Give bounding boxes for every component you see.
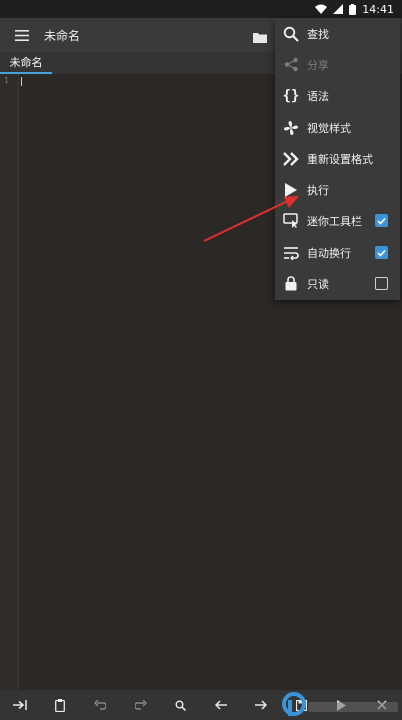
braces-icon: {} <box>282 87 300 104</box>
menu-item-execute[interactable]: 执行 <box>275 174 400 205</box>
arrow-right-icon <box>255 700 268 710</box>
menu-item-label: 查找 <box>307 27 329 41</box>
menu-item-syntax[interactable]: {} 语法 <box>275 80 400 111</box>
wifi-icon <box>315 4 328 14</box>
undo-icon <box>94 700 107 710</box>
watermark-logo <box>282 692 398 716</box>
checkmark-icon <box>377 249 386 257</box>
line-gutter: 1 <box>0 74 19 690</box>
search-icon <box>175 700 187 711</box>
double-chevron-icon <box>283 151 299 166</box>
undo-button[interactable] <box>88 693 112 717</box>
text-cursor <box>21 77 22 86</box>
overflow-menu: 查找 分享 {} 语法 视觉样式 重新设置格式 执行 迷你工具栏 自动换行 只读 <box>275 18 400 300</box>
search-icon <box>283 26 299 42</box>
status-bar: 14:41 <box>0 0 402 18</box>
play-icon <box>285 182 297 197</box>
menu-item-label: 执行 <box>307 183 329 197</box>
menu-item-label: 重新设置格式 <box>307 152 373 166</box>
menu-item-reformat[interactable]: 重新设置格式 <box>275 143 400 174</box>
fan-icon <box>284 120 298 135</box>
cursor-right-button[interactable] <box>249 693 273 717</box>
redo-button[interactable] <box>129 693 153 717</box>
menu-item-label: 只读 <box>307 277 329 291</box>
checkmark-icon <box>377 217 386 225</box>
hamburger-icon <box>15 29 29 41</box>
share-icon <box>284 57 298 72</box>
toolbar-icon <box>283 213 298 228</box>
menu-item-label: 分享 <box>307 58 329 72</box>
menu-item-label: 迷你工具栏 <box>307 214 362 228</box>
lock-icon <box>285 276 297 291</box>
word-wrap-checkbox[interactable] <box>375 246 388 259</box>
clipboard-icon <box>55 698 66 712</box>
menu-item-mini-toolbar[interactable]: 迷你工具栏 <box>275 205 400 236</box>
document-title: 未命名 <box>44 28 81 43</box>
tab-indent-icon <box>13 700 27 710</box>
read-only-checkbox[interactable] <box>375 277 388 290</box>
folder-icon <box>253 33 267 43</box>
mini-toolbar-checkbox[interactable] <box>375 214 388 227</box>
cursor-left-button[interactable] <box>209 693 233 717</box>
arrow-left-icon <box>215 700 228 710</box>
menu-item-find[interactable]: 查找 <box>275 18 400 49</box>
menu-item-visual-style[interactable]: 视觉样式 <box>275 112 400 143</box>
hamburger-menu-button[interactable] <box>0 18 44 52</box>
wrap-icon <box>284 246 299 260</box>
menu-item-read-only[interactable]: 只读 <box>275 268 400 299</box>
menu-item-label: 语法 <box>307 89 329 103</box>
menu-item-word-wrap[interactable]: 自动换行 <box>275 237 400 268</box>
menu-item-label: 自动换行 <box>307 246 351 260</box>
battery-icon <box>349 3 357 15</box>
menu-item-share[interactable]: 分享 <box>275 49 400 80</box>
signal-icon <box>333 4 344 14</box>
line-number: 1 <box>4 76 10 85</box>
tab-document[interactable]: 未命名 <box>0 52 52 74</box>
clipboard-button[interactable] <box>48 693 72 717</box>
search-button[interactable] <box>169 693 193 717</box>
indent-button[interactable] <box>8 693 32 717</box>
redo-icon <box>134 700 147 710</box>
status-time: 14:41 <box>362 2 394 16</box>
menu-item-label: 视觉样式 <box>307 121 351 135</box>
open-folder-button[interactable] <box>253 28 267 47</box>
